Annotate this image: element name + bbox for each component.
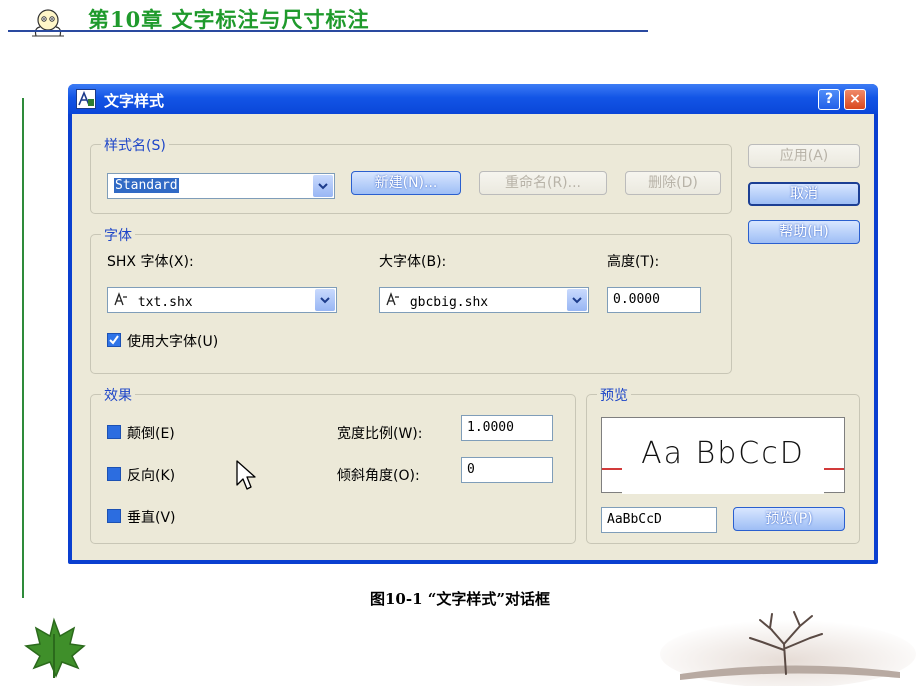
- dialog-client-area: 样式名(S) Standard 新建(N)... 重命名(R)... 删除(D)…: [72, 114, 874, 560]
- vertical-checkbox[interactable]: [107, 509, 121, 523]
- upside-down-label[interactable]: 颠倒(E): [127, 423, 175, 443]
- backwards-checkbox[interactable]: [107, 467, 121, 481]
- help-button[interactable]: 帮助(H): [748, 220, 860, 244]
- preview-text-input[interactable]: AaBbCcD: [601, 507, 717, 533]
- text-style-app-icon: [76, 89, 96, 109]
- text-style-dialog: 文字样式 ? × 样式名(S) Standard 新建(N)... 重命名(R)…: [68, 84, 878, 564]
- preview-button[interactable]: 预览(P): [733, 507, 845, 531]
- preview-legend: 预览: [597, 385, 631, 405]
- big-font-type-icon: [386, 292, 402, 310]
- height-input[interactable]: 0.0000: [607, 287, 701, 313]
- height-value: 0.0000: [613, 292, 660, 307]
- width-factor-label: 宽度比例(W):: [337, 426, 423, 442]
- upside-down-checkbox[interactable]: [107, 425, 121, 439]
- font-legend: 字体: [101, 225, 135, 245]
- style-name-dropdown[interactable]: Standard: [107, 173, 335, 199]
- effects-group: 效果 颠倒(E) 反向(K) 垂直(V) 宽度比例(W): 1.0000 倾斜角…: [90, 385, 576, 544]
- effects-legend: 效果: [101, 385, 135, 405]
- close-icon[interactable]: ×: [844, 89, 866, 110]
- style-name-legend: 样式名(S): [101, 135, 169, 155]
- help-icon[interactable]: ?: [818, 89, 840, 110]
- preview-text-value: AaBbCcD: [607, 512, 662, 527]
- mascot-logo: [32, 9, 64, 37]
- preview-sample-text: Aa BbCcD: [641, 436, 805, 471]
- width-factor-value: 1.0000: [467, 420, 514, 435]
- apply-button[interactable]: 应用(A): [748, 144, 860, 168]
- oblique-angle-label: 倾斜角度(O):: [337, 468, 420, 484]
- dialog-title: 文字样式: [104, 92, 165, 110]
- width-factor-input[interactable]: 1.0000: [461, 415, 553, 441]
- chevron-down-icon[interactable]: [567, 289, 587, 311]
- style-name-group: 样式名(S) Standard 新建(N)... 重命名(R)... 删除(D): [90, 135, 732, 214]
- height-label: 高度(T):: [607, 254, 660, 270]
- left-margin-rule: [22, 98, 24, 598]
- oblique-angle-input[interactable]: 0: [461, 457, 553, 483]
- oblique-angle-value: 0: [467, 462, 475, 477]
- big-font-label: 大字体(B):: [379, 254, 447, 270]
- font-group: 字体 SHX 字体(X): txt.shx 大字体(B): gbcbig.shx…: [90, 225, 732, 374]
- backwards-label[interactable]: 反向(K): [127, 465, 175, 485]
- big-font-dropdown[interactable]: gbcbig.shx: [379, 287, 589, 313]
- shx-font-label: SHX 字体(X):: [107, 254, 194, 270]
- vertical-label[interactable]: 垂直(V): [127, 507, 176, 527]
- maple-leaf-decoration: [24, 617, 86, 678]
- shx-font-value: txt.shx: [137, 295, 193, 310]
- delete-style-button[interactable]: 删除(D): [625, 171, 721, 195]
- shx-font-dropdown[interactable]: txt.shx: [107, 287, 337, 313]
- big-font-value: gbcbig.shx: [409, 295, 489, 310]
- tree-landscape-decoration: [660, 611, 916, 686]
- use-big-font-label[interactable]: 使用大字体(U): [127, 331, 218, 351]
- rename-style-button[interactable]: 重命名(R)...: [479, 171, 607, 195]
- selected-style-value: Standard: [114, 178, 179, 193]
- preview-group: 预览 Aa BbCcD AaBbCcD 预览(P): [586, 385, 860, 544]
- cancel-button[interactable]: 取消: [748, 182, 860, 206]
- mouse-pointer-icon: [236, 460, 256, 490]
- chevron-down-icon[interactable]: [313, 175, 333, 197]
- shx-font-type-icon: [114, 292, 130, 310]
- chevron-down-icon[interactable]: [315, 289, 335, 311]
- header-divider: [8, 30, 648, 32]
- preview-canvas: Aa BbCcD: [601, 417, 845, 494]
- new-style-button[interactable]: 新建(N)...: [351, 171, 461, 195]
- use-big-font-checkbox[interactable]: [107, 333, 121, 347]
- dialog-title-bar[interactable]: 文字样式 ? ×: [68, 84, 878, 114]
